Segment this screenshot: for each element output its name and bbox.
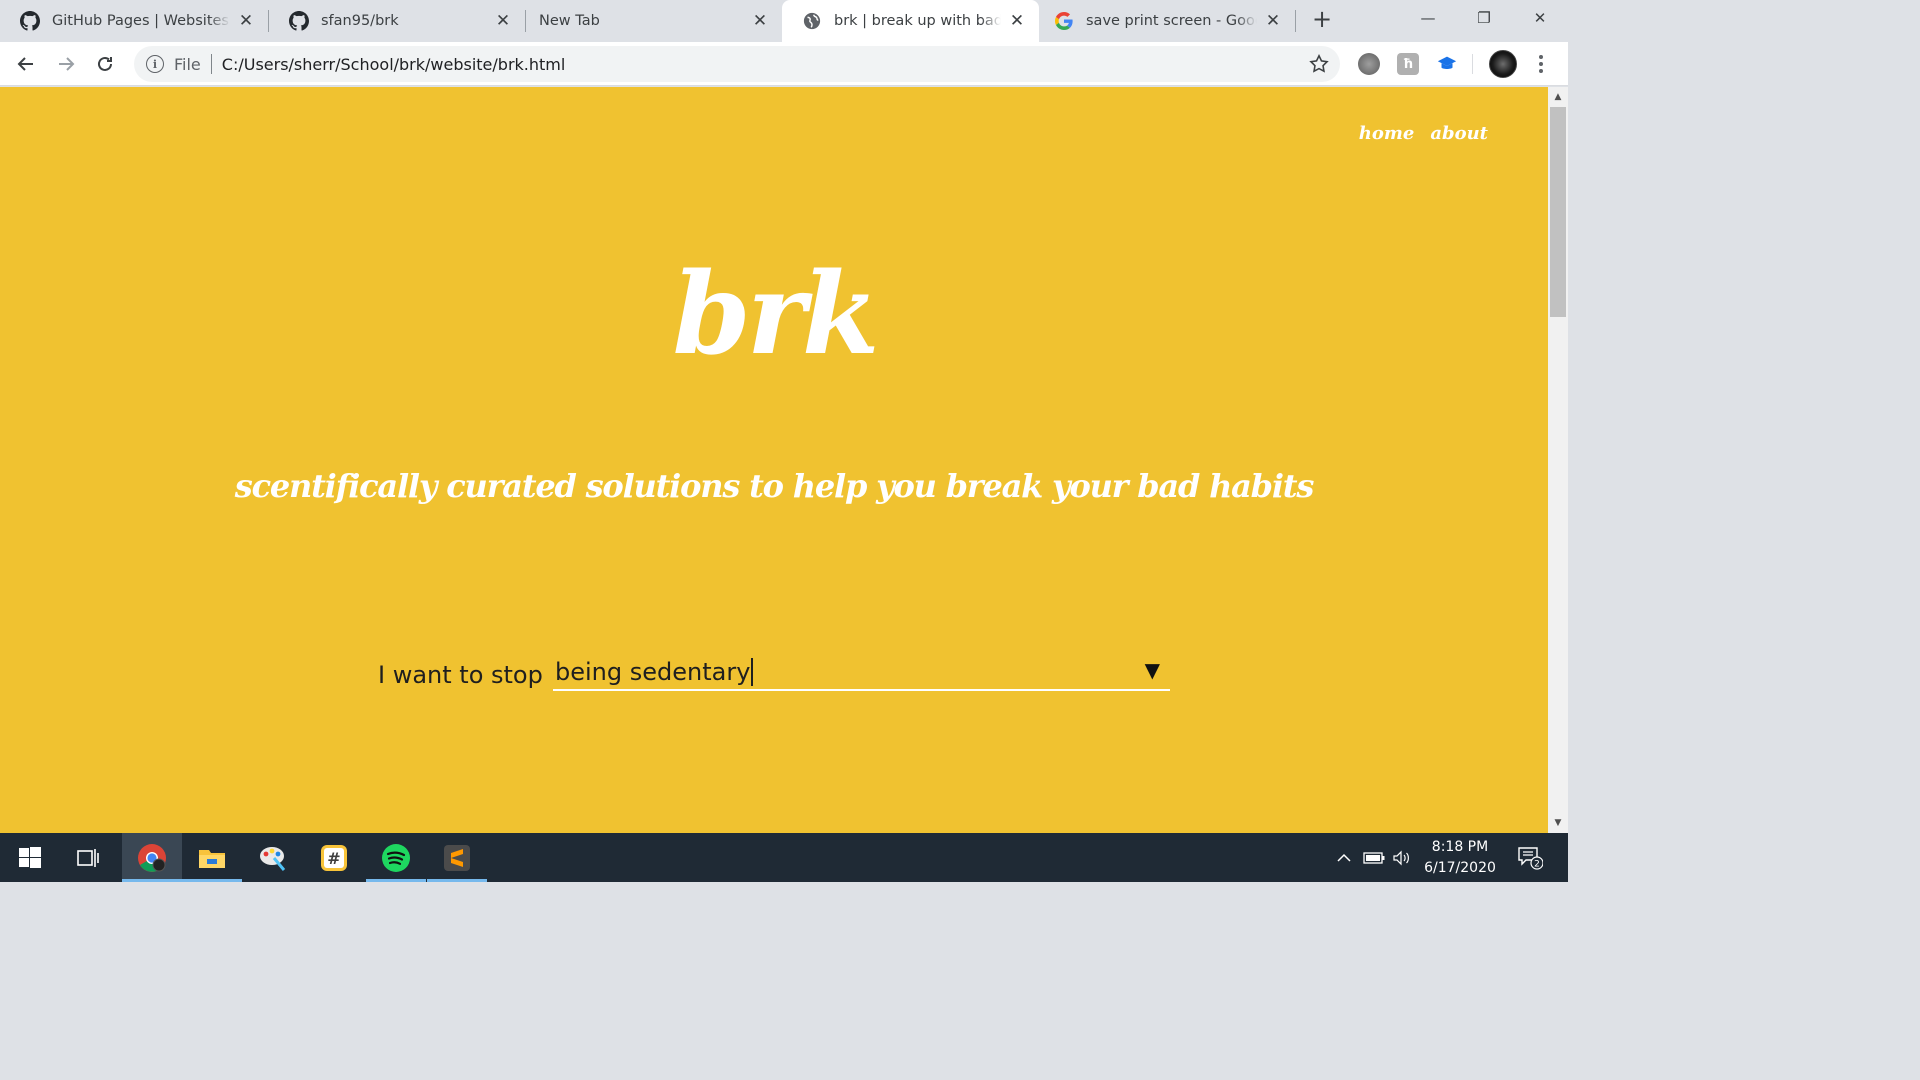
scroll-down-arrow-icon[interactable]: ▼ [1548, 815, 1568, 831]
clock-time: 8:18 PM [1431, 839, 1489, 855]
sublime-text-icon[interactable] [427, 833, 487, 882]
google-icon [1054, 11, 1074, 31]
notification-count: 2 [1534, 859, 1540, 869]
address-bar[interactable]: i File C:/Users/sherr/School/brk/website… [134, 46, 1340, 82]
volume-icon[interactable] [1390, 833, 1414, 882]
nav-home-link[interactable]: home [1359, 123, 1415, 144]
svg-text:#: # [327, 849, 340, 868]
forward-button[interactable] [52, 50, 80, 78]
page-content: home about brk scentifically curated sol… [0, 87, 1548, 833]
tab-title: GitHub Pages | Websites for [52, 13, 230, 29]
reload-button[interactable] [91, 50, 119, 78]
omnibox-divider [210, 54, 212, 74]
paint-icon[interactable] [243, 833, 303, 882]
tab-title: save print screen - Google Search [1086, 13, 1257, 29]
back-button[interactable] [12, 50, 40, 78]
scheme-label: File [174, 54, 201, 74]
browser-toolbar: i File C:/Users/sherr/School/brk/website… [0, 42, 1568, 86]
habit-form-label: I want to stop [378, 661, 543, 689]
close-window-button[interactable]: ✕ [1512, 0, 1568, 36]
tab-new-tab[interactable]: New Tab ✕ [526, 0, 782, 42]
tab-title: New Tab [539, 13, 600, 29]
site-logo: brk [672, 249, 880, 380]
close-tab-icon[interactable]: ✕ [236, 11, 256, 31]
github-icon [289, 11, 309, 31]
extension-h-icon[interactable]: ħ [1397, 53, 1419, 75]
info-icon[interactable]: i [146, 55, 164, 73]
task-view-icon[interactable] [58, 833, 118, 882]
url-text[interactable]: C:/Users/sherr/School/brk/website/brk.ht… [222, 55, 566, 74]
tab-title: brk | break up with bad habits [834, 13, 1001, 29]
minimize-button[interactable]: — [1400, 0, 1456, 36]
globe-icon [802, 11, 822, 31]
tab-sfan95-brk[interactable]: sfan95/brk ✕ [269, 0, 525, 42]
battery-icon[interactable] [1362, 833, 1386, 882]
taskbar-clock[interactable]: 8:18 PM 6/17/2020 [1412, 837, 1508, 879]
toolbar-divider [1472, 54, 1473, 74]
habit-select-value[interactable]: being sedentary [553, 658, 750, 686]
dropdown-arrow-icon[interactable]: ▼ [1145, 658, 1160, 682]
new-tab-button[interactable]: + [1310, 7, 1334, 32]
reload-icon [98, 56, 112, 71]
forward-arrow-icon [59, 57, 75, 71]
scroll-up-arrow-icon[interactable]: ▲ [1548, 89, 1568, 105]
close-tab-icon[interactable]: ✕ [1007, 11, 1027, 31]
habit-form: I want to stop being sedentary ▼ [378, 655, 1170, 695]
scrollbar-thumb[interactable] [1550, 107, 1566, 317]
back-arrow-icon [17, 57, 33, 71]
graduation-cap-extension-icon[interactable] [1436, 53, 1458, 75]
windows-start-icon[interactable] [0, 833, 60, 882]
github-icon [20, 11, 40, 31]
chrome-icon[interactable] [122, 833, 182, 882]
close-tab-icon[interactable]: ✕ [493, 11, 513, 31]
windows-taskbar: # 8:18 PM 6/17/2020 2 [0, 833, 1568, 882]
restore-button[interactable]: ❐ [1456, 0, 1512, 36]
tab-google-search[interactable]: save print screen - Google Search ✕ [1040, 0, 1295, 42]
clock-date: 6/17/2020 [1424, 860, 1496, 876]
tab-brk-active[interactable]: brk | break up with bad habits ✕ [782, 0, 1039, 42]
bookmark-star-icon[interactable] [1308, 53, 1330, 75]
close-tab-icon[interactable]: ✕ [750, 11, 770, 31]
file-explorer-icon[interactable] [182, 833, 242, 882]
tab-title: sfan95/brk [321, 13, 399, 29]
text-caret [751, 658, 753, 686]
spotify-icon[interactable] [366, 833, 426, 882]
tab-divider [1295, 10, 1296, 32]
nav-about-link[interactable]: about [1430, 123, 1488, 144]
habit-select[interactable]: being sedentary ▼ [553, 655, 1170, 691]
site-tagline: scentifically curated solutions to help … [234, 467, 1315, 505]
action-center-icon[interactable]: 2 [1512, 833, 1548, 882]
slack-icon[interactable]: # [304, 833, 364, 882]
close-tab-icon[interactable]: ✕ [1263, 11, 1283, 31]
tab-github-pages[interactable]: GitHub Pages | Websites for ✕ [0, 0, 268, 42]
site-nav: home about [1359, 123, 1488, 144]
page-scrollbar[interactable]: ▲ ▼ [1548, 87, 1568, 833]
show-hidden-icons-chevron-icon[interactable] [1332, 833, 1356, 882]
tab-strip: GitHub Pages | Websites for ✕ sfan95/brk… [0, 0, 1568, 42]
profile-avatar[interactable] [1489, 50, 1517, 78]
chrome-menu-icon[interactable] [1530, 52, 1552, 76]
news-extension-icon[interactable] [1358, 53, 1380, 75]
